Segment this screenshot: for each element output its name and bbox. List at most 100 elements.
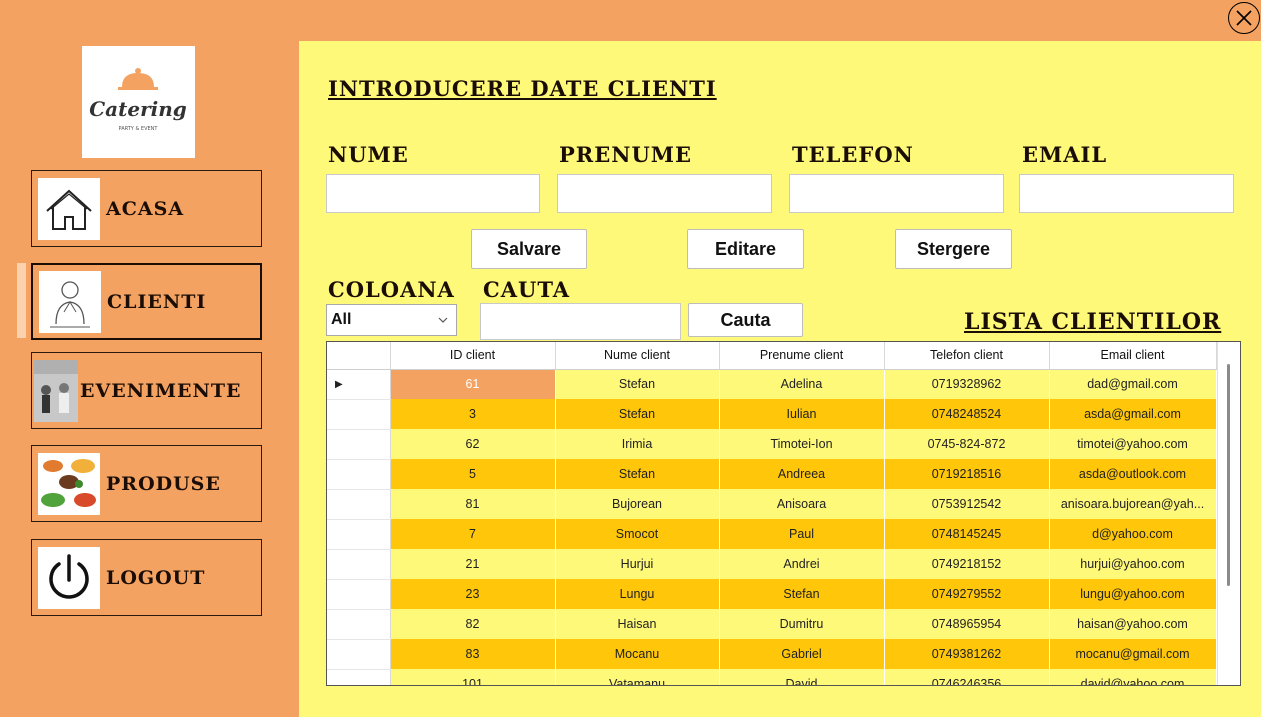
table-cell[interactable]: Stefan	[555, 459, 720, 489]
table-cell[interactable]: 7	[390, 519, 556, 549]
column-header[interactable]: Email client	[1049, 342, 1217, 370]
table-cell[interactable]: Lungu	[555, 579, 720, 609]
column-header[interactable]: Prenume client	[719, 342, 885, 370]
edit-button[interactable]: Editare	[687, 229, 804, 269]
table-cell[interactable]: timotei@yahoo.com	[1049, 429, 1217, 459]
table-cell[interactable]: d@yahoo.com	[1049, 519, 1217, 549]
search-input[interactable]	[480, 303, 681, 340]
table-cell[interactable]: 101	[390, 669, 556, 685]
table-cell[interactable]: Timotei-Ion	[719, 429, 885, 459]
table-cell[interactable]: Haisan	[555, 609, 720, 639]
row-header[interactable]	[327, 489, 391, 520]
row-header[interactable]: ▶	[327, 369, 391, 400]
table-cell[interactable]: 0719218516	[884, 459, 1050, 489]
row-header[interactable]	[327, 669, 391, 685]
table-cell[interactable]: 82	[390, 609, 556, 639]
sidebar-item-produse[interactable]: PRODUSE	[31, 445, 262, 522]
table-cell[interactable]: 81	[390, 489, 556, 519]
table-cell[interactable]: asda@outlook.com	[1049, 459, 1217, 489]
table-cell[interactable]: Stefan	[555, 399, 720, 429]
vertical-scrollbar[interactable]	[1217, 342, 1240, 685]
search-button[interactable]: Cauta	[688, 303, 803, 337]
table-cell[interactable]: Mocanu	[555, 639, 720, 669]
email-input[interactable]	[1019, 174, 1234, 213]
table-cell[interactable]: 0719328962	[884, 369, 1050, 399]
table-row[interactable]: 62 Irimia Timotei-Ion 0745-824-872 timot…	[327, 429, 1217, 460]
column-header[interactable]: Telefon client	[884, 342, 1050, 370]
table-cell[interactable]: 0748145245	[884, 519, 1050, 549]
table-cell[interactable]: 0749279552	[884, 579, 1050, 609]
table-cell[interactable]: Andrei	[719, 549, 885, 579]
table-row[interactable]: 81 Bujorean Anisoara 0753912542 anisoara…	[327, 489, 1217, 520]
table-cell[interactable]: 62	[390, 429, 556, 459]
table-cell[interactable]: Iulian	[719, 399, 885, 429]
row-header[interactable]	[327, 609, 391, 640]
sidebar-item-logout[interactable]: LOGOUT	[31, 539, 262, 616]
client-table[interactable]: ID client Nume client Prenume client Tel…	[326, 341, 1241, 686]
column-header[interactable]: Nume client	[555, 342, 720, 370]
table-cell[interactable]: Anisoara	[719, 489, 885, 519]
table-cell[interactable]: lungu@yahoo.com	[1049, 579, 1217, 609]
table-cell[interactable]: 0748248524	[884, 399, 1050, 429]
table-cell[interactable]: dad@gmail.com	[1049, 369, 1217, 399]
table-cell[interactable]: Irimia	[555, 429, 720, 459]
table-row[interactable]: ▶ 61 Stefan Adelina 0719328962 dad@gmail…	[327, 369, 1217, 400]
table-cell[interactable]: mocanu@gmail.com	[1049, 639, 1217, 669]
table-row[interactable]: 3 Stefan Iulian 0748248524 asda@gmail.co…	[327, 399, 1217, 430]
table-cell[interactable]: 61	[390, 369, 556, 399]
row-header[interactable]	[327, 579, 391, 610]
column-select[interactable]: All	[326, 304, 457, 336]
table-cell[interactable]: David	[719, 669, 885, 685]
table-cell[interactable]: haisan@yahoo.com	[1049, 609, 1217, 639]
table-cell[interactable]: anisoara.bujorean@yah...	[1049, 489, 1217, 519]
table-cell[interactable]: Hurjui	[555, 549, 720, 579]
table-row[interactable]: 23 Lungu Stefan 0749279552 lungu@yahoo.c…	[327, 579, 1217, 610]
table-cell[interactable]: 5	[390, 459, 556, 489]
row-header[interactable]	[327, 459, 391, 490]
table-cell[interactable]: 0749381262	[884, 639, 1050, 669]
close-button[interactable]	[1228, 2, 1260, 34]
table-cell[interactable]: asda@gmail.com	[1049, 399, 1217, 429]
row-header[interactable]	[327, 639, 391, 670]
sidebar-item-evenimente[interactable]: EVENIMENTE	[31, 352, 262, 429]
table-cell[interactable]: 0753912542	[884, 489, 1050, 519]
sidebar-item-clienti[interactable]: CLIENTI	[31, 263, 262, 340]
table-cell[interactable]: 0746246356	[884, 669, 1050, 685]
telefon-input[interactable]	[789, 174, 1004, 213]
table-cell[interactable]: 21	[390, 549, 556, 579]
table-cell[interactable]: 0749218152	[884, 549, 1050, 579]
table-cell[interactable]: Stefan	[719, 579, 885, 609]
table-cell[interactable]: Andreea	[719, 459, 885, 489]
table-cell[interactable]: Stefan	[555, 369, 720, 399]
row-header[interactable]	[327, 519, 391, 550]
prenume-input[interactable]	[557, 174, 772, 213]
table-cell[interactable]: Vatamanu	[555, 669, 720, 685]
table-cell[interactable]: Dumitru	[719, 609, 885, 639]
table-cell[interactable]: hurjui@yahoo.com	[1049, 549, 1217, 579]
save-button[interactable]: Salvare	[471, 229, 587, 269]
row-header[interactable]	[327, 549, 391, 580]
table-row[interactable]: 21 Hurjui Andrei 0749218152 hurjui@yahoo…	[327, 549, 1217, 580]
table-cell[interactable]: david@yahoo.com	[1049, 669, 1217, 685]
column-header[interactable]: ID client	[390, 342, 556, 370]
table-cell[interactable]: 0748965954	[884, 609, 1050, 639]
sidebar-item-acasa[interactable]: ACASA	[31, 170, 262, 247]
table-cell[interactable]: 83	[390, 639, 556, 669]
table-row[interactable]: 5 Stefan Andreea 0719218516 asda@outlook…	[327, 459, 1217, 490]
table-row[interactable]: 83 Mocanu Gabriel 0749381262 mocanu@gmai…	[327, 639, 1217, 670]
table-cell[interactable]: 23	[390, 579, 556, 609]
delete-button[interactable]: Stergere	[895, 229, 1012, 269]
table-cell[interactable]: Gabriel	[719, 639, 885, 669]
table-row[interactable]: 101 Vatamanu David 0746246356 david@yaho…	[327, 669, 1217, 685]
table-cell[interactable]: Smocot	[555, 519, 720, 549]
table-cell[interactable]: 0745-824-872	[884, 429, 1050, 459]
table-cell[interactable]: 3	[390, 399, 556, 429]
table-cell[interactable]: Adelina	[719, 369, 885, 399]
table-row[interactable]: 7 Smocot Paul 0748145245 d@yahoo.com	[327, 519, 1217, 550]
table-row[interactable]: 82 Haisan Dumitru 0748965954 haisan@yaho…	[327, 609, 1217, 640]
row-header[interactable]	[327, 399, 391, 430]
row-header[interactable]	[327, 429, 391, 460]
scrollbar-thumb[interactable]	[1227, 364, 1230, 586]
table-cell[interactable]: Paul	[719, 519, 885, 549]
nume-input[interactable]	[326, 174, 540, 213]
